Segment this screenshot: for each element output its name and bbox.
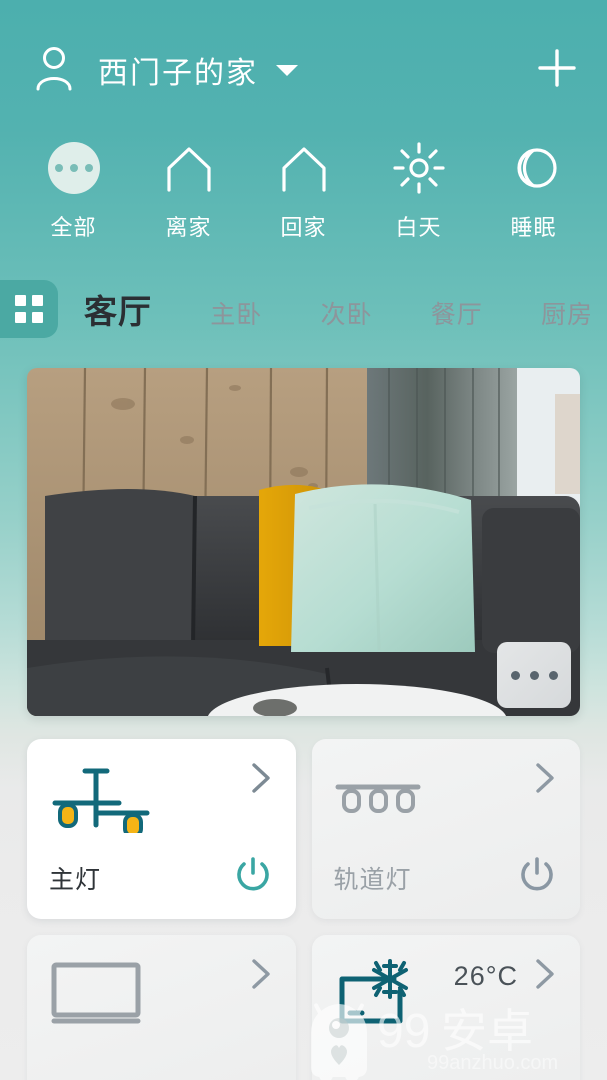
chevron-right-icon[interactable] bbox=[248, 957, 274, 996]
scene-button-leave[interactable]: 离家 bbox=[141, 140, 236, 270]
tab-room-kitchen[interactable]: 厨房 bbox=[541, 295, 593, 331]
scene-button-home[interactable]: 回家 bbox=[256, 140, 351, 270]
scene-button-day[interactable]: 白天 bbox=[371, 140, 466, 270]
device-card-track-light[interactable]: 轨道灯 bbox=[311, 739, 580, 919]
device-grid: 主灯 轨道灯 26°C bbox=[0, 716, 607, 1080]
scene-label: 睡眠 bbox=[510, 215, 557, 240]
device-card-air-conditioner[interactable]: 26°C bbox=[311, 935, 580, 1080]
room-tabbar: 客厅 主卧 次卧 餐厅 厨房 bbox=[0, 270, 607, 348]
chevron-right-icon[interactable] bbox=[532, 761, 558, 800]
grid-icon[interactable] bbox=[0, 280, 58, 338]
scene-label: 白天 bbox=[395, 215, 442, 240]
power-toggle-button[interactable] bbox=[516, 854, 558, 901]
scene-button-all[interactable]: 全部 bbox=[26, 140, 121, 270]
add-device-button[interactable] bbox=[535, 46, 579, 95]
track-light-icon bbox=[334, 761, 442, 838]
app-header: 西门子的家 bbox=[0, 0, 607, 140]
scene-label: 离家 bbox=[165, 215, 212, 240]
room-photo-more-button[interactable] bbox=[497, 642, 571, 708]
sun-icon bbox=[392, 140, 446, 196]
person-icon[interactable] bbox=[32, 44, 76, 97]
room-tabs: 客厅 主卧 次卧 餐厅 厨房 bbox=[58, 285, 593, 333]
ellipsis-icon bbox=[529, 670, 539, 680]
scene-label: 回家 bbox=[280, 215, 327, 240]
house-outline-icon bbox=[276, 140, 332, 196]
scene-button-sleep[interactable]: 睡眠 bbox=[486, 140, 581, 270]
tab-room-secondbedroom[interactable]: 次卧 bbox=[320, 295, 372, 331]
home-name-label: 西门子的家 bbox=[98, 57, 258, 90]
room-photo-card[interactable] bbox=[27, 368, 580, 716]
power-toggle-button[interactable] bbox=[232, 854, 274, 901]
scene-label: 全部 bbox=[50, 215, 97, 240]
device-card-main-light[interactable]: 主灯 bbox=[27, 739, 296, 919]
tab-room-masterbedroom[interactable]: 主卧 bbox=[210, 295, 262, 331]
device-name: 轨道灯 bbox=[333, 865, 412, 894]
ceiling-light-icon bbox=[49, 761, 157, 838]
device-card-screen[interactable] bbox=[27, 935, 296, 1080]
ellipsis-circle-icon bbox=[47, 140, 100, 196]
ac-temperature-value: 26°C bbox=[453, 961, 518, 991]
chevron-right-icon[interactable] bbox=[248, 761, 274, 800]
device-name: 主灯 bbox=[49, 865, 102, 894]
chevron-down-icon[interactable] bbox=[276, 64, 298, 76]
screen-icon bbox=[49, 957, 149, 1034]
air-conditioner-icon bbox=[334, 957, 438, 1034]
tab-room-diningroom[interactable]: 餐厅 bbox=[431, 295, 483, 331]
scene-bar: 全部 离家 回家 白天 睡眠 bbox=[0, 140, 607, 270]
moon-icon bbox=[507, 140, 561, 196]
ellipsis-icon bbox=[510, 670, 520, 680]
house-outline-icon bbox=[161, 140, 217, 196]
ac-temperature-row: 26°C bbox=[454, 957, 558, 996]
ellipsis-icon bbox=[548, 670, 558, 680]
smart-home-app: 西门子的家 全部 离家 回家 白天 睡眠 客厅 主卧 次卧 餐厅 厨房 主灯 轨… bbox=[0, 0, 607, 1080]
tab-room-livingroom[interactable]: 客厅 bbox=[84, 285, 152, 333]
chevron-right-icon[interactable] bbox=[532, 957, 558, 996]
